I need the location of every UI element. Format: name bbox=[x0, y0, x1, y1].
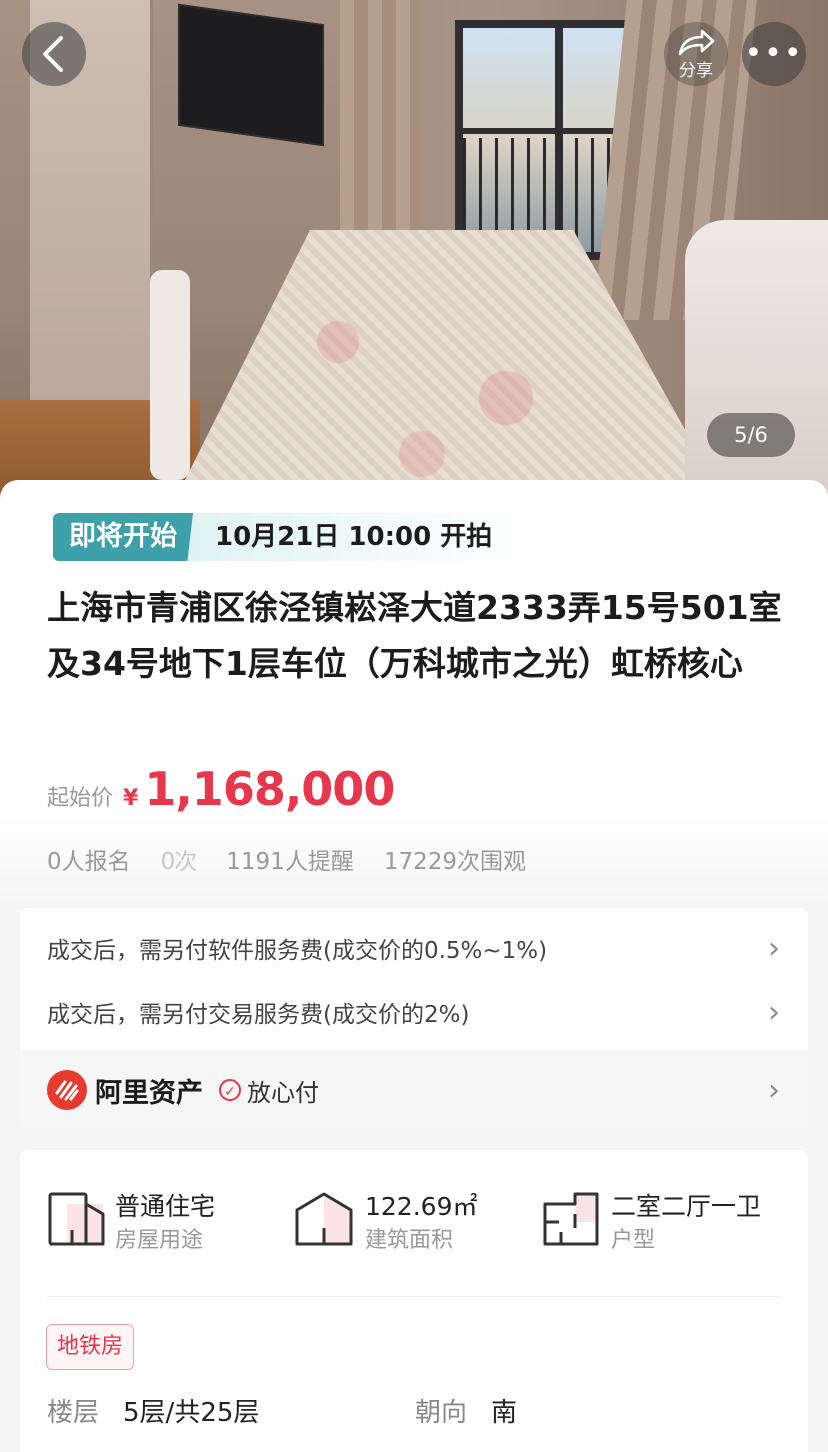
floor-value: 5层/共25层 bbox=[123, 1398, 260, 1428]
metro-tag: 地铁房 bbox=[46, 1324, 135, 1370]
chevron-right-icon: › bbox=[768, 930, 780, 966]
status-badge: 即将开始 bbox=[53, 513, 193, 561]
photo-curtain-left bbox=[340, 0, 420, 230]
area-value: 122.69㎡ bbox=[365, 1192, 478, 1221]
signup-count: 0人报名 bbox=[47, 849, 131, 875]
brand-name: 阿里资产 bbox=[95, 1077, 203, 1109]
area-feature: 122.69㎡ 建筑面积 bbox=[293, 1190, 477, 1258]
price-value: 1,168,000 bbox=[144, 762, 395, 816]
auction-start-time: 10月21日 10:00 开拍 bbox=[187, 513, 515, 561]
back-button[interactable] bbox=[22, 22, 86, 86]
orientation-value: 南 bbox=[491, 1398, 518, 1428]
ali-assets-safe-pay-row[interactable]: 阿里资产 ✓ 放心付 › bbox=[20, 1050, 808, 1130]
floorplan-icon bbox=[543, 1192, 599, 1246]
share-button[interactable]: 分享 bbox=[664, 22, 728, 86]
chevron-left-icon bbox=[43, 36, 63, 72]
usage-label: 房屋用途 bbox=[115, 1228, 204, 1253]
auction-status-row: 即将开始 10月21日 10:00 开拍 bbox=[53, 513, 515, 561]
orientation-info: 朝向 南 bbox=[415, 1392, 517, 1429]
floor-info: 楼层 5层/共25层 bbox=[47, 1392, 259, 1429]
auction-card: 即将开始 10月21日 10:00 开拍 上海市青浦区徐泾镇崧泽大道2333弄1… bbox=[0, 480, 828, 900]
chevron-right-icon: › bbox=[768, 1072, 780, 1108]
layout-value: 二室二厅一卫 bbox=[611, 1192, 762, 1221]
layout-label: 户型 bbox=[611, 1228, 656, 1253]
share-label: 分享 bbox=[679, 61, 713, 81]
reminder-count: 1191人提醒 bbox=[226, 849, 354, 875]
ali-assets-logo-icon bbox=[47, 1070, 87, 1110]
more-button[interactable]: ••• bbox=[742, 22, 806, 86]
layout-feature: 二室二厅一卫 户型 bbox=[541, 1190, 761, 1258]
price-label: 起始价 bbox=[47, 786, 114, 811]
share-icon bbox=[678, 29, 715, 56]
more-dots-icon: ••• bbox=[744, 36, 804, 71]
house-icon bbox=[295, 1192, 353, 1246]
area-label: 建筑面积 bbox=[365, 1228, 454, 1253]
view-count: 17229次围观 bbox=[383, 849, 526, 875]
fee-notice-box: 成交后，需另付软件服务费(成交价的0.5%~1%) › 成交后，需另付交易服务费… bbox=[20, 908, 808, 1130]
currency-symbol: ¥ bbox=[123, 786, 139, 811]
building-icon bbox=[48, 1192, 105, 1246]
divider bbox=[47, 1296, 782, 1297]
transaction-fee-text: 成交后，需另付交易服务费(成交价的2%) bbox=[47, 1002, 470, 1028]
usage-value: 普通住宅 bbox=[115, 1192, 216, 1221]
obscured-stat: 0次 bbox=[160, 849, 198, 875]
photo-bedpost bbox=[150, 270, 190, 480]
usage-feature: 普通住宅 房屋用途 bbox=[47, 1190, 215, 1258]
check-circle-icon: ✓ bbox=[219, 1079, 241, 1101]
photo-counter: 5/6 bbox=[707, 413, 795, 457]
chevron-right-icon: › bbox=[768, 994, 780, 1030]
property-photo[interactable]: 分享 ••• 5/6 bbox=[0, 0, 828, 500]
photo-headboard bbox=[685, 220, 828, 500]
software-fee-text: 成交后，需另付软件服务费(成交价的0.5%~1%) bbox=[47, 938, 548, 964]
property-title: 上海市青浦区徐泾镇崧泽大道2333弄15号501室及34号地下1层车位（万科城市… bbox=[47, 588, 782, 683]
software-fee-row[interactable]: 成交后，需另付软件服务费(成交价的0.5%~1%) › bbox=[20, 916, 808, 980]
auction-stats: 0人报名 0次 1191人提醒 17229次围观 bbox=[47, 842, 556, 876]
transaction-fee-row[interactable]: 成交后，需另付交易服务费(成交价的2%) › bbox=[20, 980, 808, 1044]
safe-pay-label: 放心付 bbox=[247, 1078, 319, 1107]
starting-price: 起始价 ¥ 1,168,000 bbox=[47, 762, 395, 816]
floor-label: 楼层 bbox=[47, 1398, 100, 1428]
orientation-label: 朝向 bbox=[415, 1398, 468, 1428]
property-info-box: 普通住宅 房屋用途 122.69㎡ 建筑面积 二室二厅一卫 户型 地铁房 楼层 bbox=[20, 1150, 808, 1452]
photo-tv bbox=[178, 3, 324, 147]
